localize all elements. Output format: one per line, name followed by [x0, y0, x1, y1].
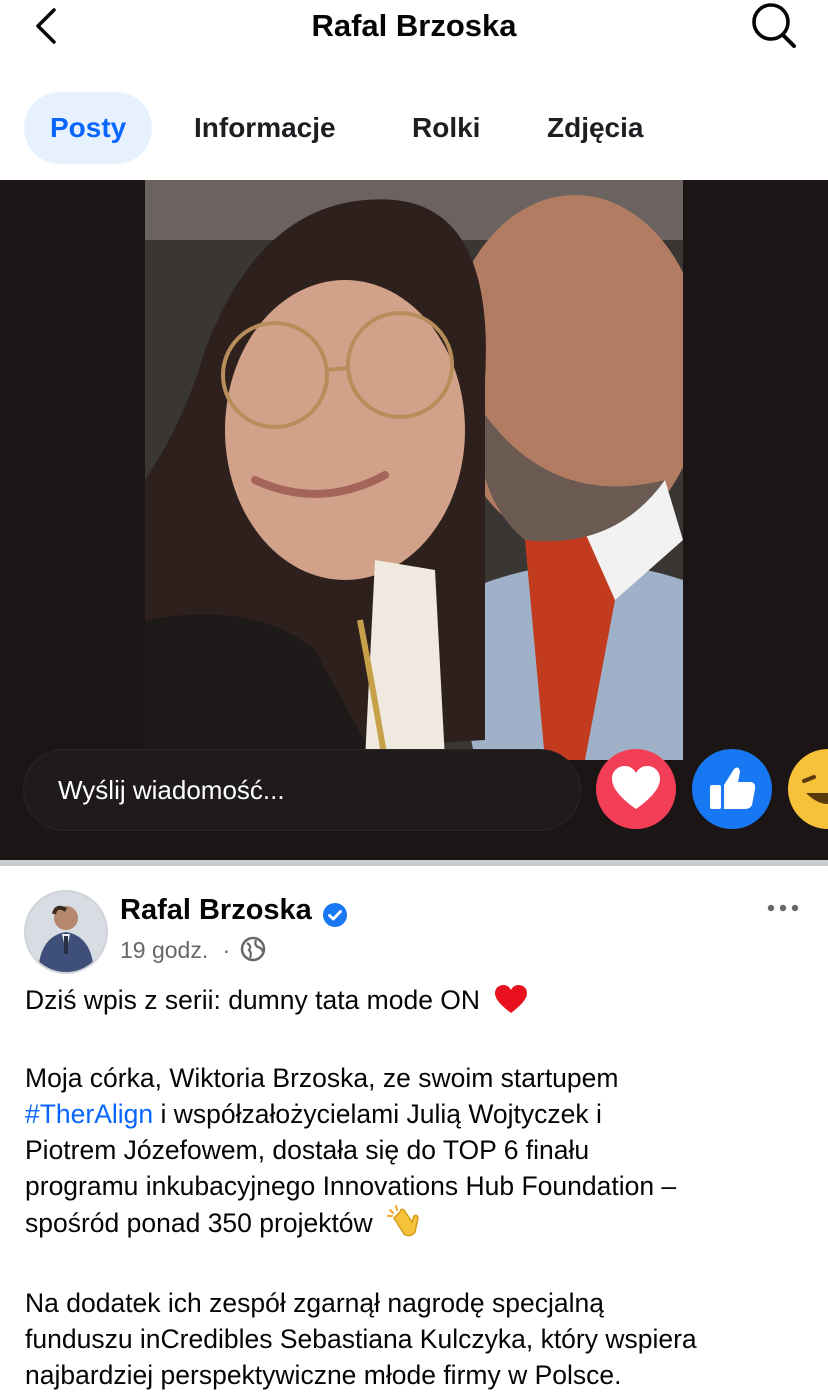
post-line-1: Dziś wpis z serii: dumny tata mode ON — [25, 985, 481, 1015]
post-line-3c: najbardziej perspektywiczne młode firmy … — [25, 1360, 622, 1390]
page-title: Rafal Brzoska — [311, 8, 517, 43]
heart-emoji-icon — [493, 983, 529, 1024]
post-body: Dziś wpis z serii: dumny tata mode ON Mo… — [25, 982, 815, 1393]
profile-tabs: Posty Informacje Rolki Zdjęcia — [0, 92, 828, 164]
message-input[interactable]: Wyślij wiadomość... — [24, 750, 580, 830]
tab-posty[interactable]: Posty — [24, 92, 153, 164]
post-header: Rafal Brzoska 19 godz. · — [0, 866, 828, 976]
clapping-hands-emoji-icon — [386, 1204, 422, 1249]
tab-rolki[interactable]: Rolki — [412, 92, 480, 164]
post-line-2a: Moja córka, Wiktoria Brzoska, ze swoim s… — [25, 1063, 619, 1093]
haha-reaction-icon[interactable] — [788, 749, 828, 829]
heart-reaction-icon[interactable] — [596, 749, 676, 829]
post-line-3b: funduszu inCredibles Sebastiana Kulczyka… — [25, 1324, 697, 1354]
story-photo — [145, 180, 683, 760]
post-author[interactable]: Rafal Brzoska — [120, 890, 312, 930]
hashtag-link[interactable]: #TherAlign — [25, 1099, 153, 1129]
globe-icon — [240, 936, 266, 962]
tab-informacje[interactable]: Informacje — [194, 92, 336, 164]
story-media[interactable]: Wyślij wiadomość... — [0, 180, 828, 860]
more-options-icon[interactable] — [764, 896, 802, 920]
post-line-2b: i współzałożycielami Julią Wojtyczek i — [153, 1099, 602, 1129]
post-line-2d: programu inkubacyjnego Innovations Hub F… — [25, 1171, 677, 1201]
top-bar: Rafal Brzoska — [0, 0, 828, 52]
like-reaction-icon[interactable] — [692, 749, 772, 829]
avatar[interactable] — [24, 890, 108, 974]
verified-badge-icon — [322, 902, 348, 928]
post-meta: 19 godz. · — [120, 934, 230, 966]
post-line-2c: Piotrem Józefowem, dostała się do TOP 6 … — [25, 1135, 590, 1165]
meta-separator: · — [222, 937, 231, 963]
post-time[interactable]: 19 godz. — [120, 937, 208, 963]
tab-zdjecia[interactable]: Zdjęcia — [547, 92, 643, 164]
post-line-2e: spośród ponad 350 projektów — [25, 1208, 373, 1238]
message-placeholder: Wyślij wiadomość... — [58, 775, 285, 805]
search-icon[interactable] — [750, 2, 798, 48]
post-line-3a: Na dodatek ich zespół zgarnął nagrodę sp… — [25, 1288, 604, 1318]
